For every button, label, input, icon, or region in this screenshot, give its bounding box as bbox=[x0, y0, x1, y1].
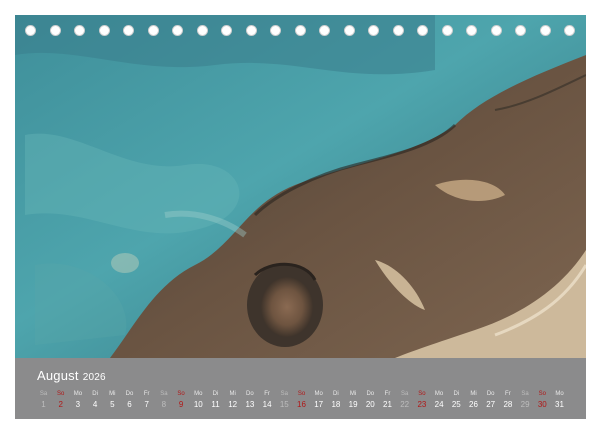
month-heading: August 2026 bbox=[37, 368, 106, 383]
binding-hole bbox=[343, 25, 355, 36]
day-number: 10 bbox=[193, 400, 203, 409]
binding-hole bbox=[417, 25, 428, 36]
day-row: 1 2 3 4 5 6 7 8 9 10 11 12 13 14 15 16 17 18 19 20 21 22 23 24 2… bbox=[35, 399, 583, 411]
day-number: 7 bbox=[144, 400, 149, 409]
day-number: 21 bbox=[383, 400, 392, 409]
binding-hole bbox=[245, 25, 257, 36]
day-number: 22 bbox=[400, 400, 410, 409]
day-number: 11 bbox=[211, 400, 220, 409]
day-number: 2 bbox=[58, 400, 63, 409]
day-number: 31 bbox=[555, 400, 564, 409]
binding-hole bbox=[270, 25, 281, 36]
day-number: 16 bbox=[297, 400, 306, 409]
day-number: 14 bbox=[262, 400, 272, 409]
day-number: 8 bbox=[161, 400, 167, 409]
binding-hole bbox=[564, 25, 575, 36]
day-number: 1 bbox=[41, 400, 46, 409]
calendar-band: August 2026 Sa So Mo Di Mi Do Fr Sa So Mo Di Mi Do Fr S… bbox=[15, 358, 586, 419]
day-number: 5 bbox=[110, 400, 115, 409]
day-number: 28 bbox=[503, 400, 513, 409]
binding-hole bbox=[25, 25, 36, 36]
binding-hole bbox=[515, 25, 526, 36]
binding-hole bbox=[368, 25, 379, 36]
day-number: 6 bbox=[127, 400, 132, 409]
binding-hole bbox=[49, 25, 61, 36]
day-number: 4 bbox=[92, 400, 98, 409]
binding-hole bbox=[221, 25, 232, 36]
year-label: 2026 bbox=[82, 372, 106, 383]
day-number: 12 bbox=[228, 400, 238, 409]
day-number: 9 bbox=[178, 400, 184, 409]
day-number: 13 bbox=[245, 400, 255, 409]
binding-holes bbox=[15, 25, 586, 39]
binding-hole bbox=[98, 25, 110, 36]
binding-hole bbox=[539, 25, 551, 36]
aerial-photo bbox=[15, 15, 586, 358]
day-number: 3 bbox=[75, 400, 81, 409]
binding-hole bbox=[123, 25, 134, 36]
month-name: August bbox=[37, 368, 79, 383]
calendar-page: August 2026 Sa So Mo Di Mi Do Fr Sa So Mo Di Mi Do Fr S… bbox=[15, 15, 586, 419]
binding-hole bbox=[196, 25, 208, 36]
day-number: 30 bbox=[537, 400, 547, 409]
binding-hole bbox=[490, 25, 502, 36]
day-number: 17 bbox=[314, 400, 324, 409]
day-number: 15 bbox=[279, 400, 289, 409]
binding-hole bbox=[172, 25, 183, 36]
day-number: 29 bbox=[520, 400, 530, 409]
aerial-landscape-image bbox=[15, 15, 586, 358]
binding-hole bbox=[392, 25, 404, 36]
day-number: 25 bbox=[451, 400, 461, 409]
day-number: 24 bbox=[434, 400, 444, 409]
day-number: 18 bbox=[331, 400, 341, 409]
day-number: 19 bbox=[348, 400, 358, 409]
binding-hole bbox=[74, 25, 85, 36]
binding-hole bbox=[319, 25, 330, 36]
day-number: 26 bbox=[469, 400, 478, 409]
day-number: 23 bbox=[417, 400, 427, 409]
day-number: 20 bbox=[365, 400, 375, 409]
binding-hole bbox=[441, 25, 453, 36]
binding-hole bbox=[466, 25, 477, 36]
binding-hole bbox=[294, 25, 306, 36]
day-number: 27 bbox=[486, 400, 496, 409]
binding-hole bbox=[147, 25, 159, 36]
